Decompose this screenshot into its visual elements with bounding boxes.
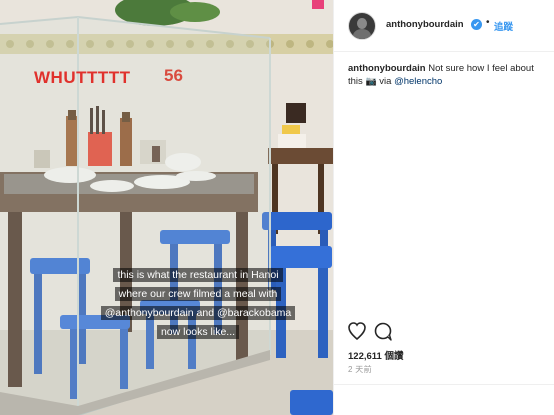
story-line: this is what the restaurant in Hanoi (113, 268, 283, 282)
story-line: where our crew filmed a meal with (114, 287, 282, 301)
comment-divider (334, 384, 554, 385)
post-header: anthonybourdain ✔ • 追蹤 (334, 0, 554, 52)
restaurant-number-sign: 56 (164, 66, 183, 85)
comment-icon[interactable] (374, 322, 392, 341)
avatar[interactable] (348, 12, 376, 40)
heart-icon[interactable] (348, 322, 366, 341)
story-caption-overlay: this is what the restaurant in Hanoi whe… (68, 265, 328, 341)
follow-button[interactable]: 追蹤 (494, 19, 513, 33)
restaurant-scene (0, 0, 333, 415)
header-username[interactable]: anthonybourdain (386, 19, 464, 30)
caption-mention-link[interactable]: @helencho (394, 76, 442, 87)
camera-icon: 📷 (365, 76, 377, 86)
header-separator: • (486, 17, 490, 28)
post-timestamp[interactable]: 2 天前 (348, 364, 372, 375)
story-line: now looks like... (156, 325, 240, 339)
caption-via: via (379, 76, 392, 87)
like-count[interactable]: 122,611 個讚 (348, 348, 403, 362)
verified-badge-icon: ✔ (471, 19, 482, 30)
sticker-text: WHUTTTTT (34, 68, 131, 87)
instagram-post-screen: WHUTTTTT 56 this is what the restaurant … (0, 0, 554, 415)
caption-username[interactable]: anthonybourdain (348, 63, 426, 74)
post-sidebar: anthonybourdain ✔ • 追蹤 anthonybourdain N… (333, 0, 554, 415)
post-caption: anthonybourdain Not sure how I feel abou… (348, 62, 544, 88)
post-actions (348, 322, 408, 342)
story-line: @anthonybourdain and @barackobama (100, 306, 296, 320)
post-photo[interactable]: WHUTTTTT 56 this is what the restaurant … (0, 0, 333, 415)
